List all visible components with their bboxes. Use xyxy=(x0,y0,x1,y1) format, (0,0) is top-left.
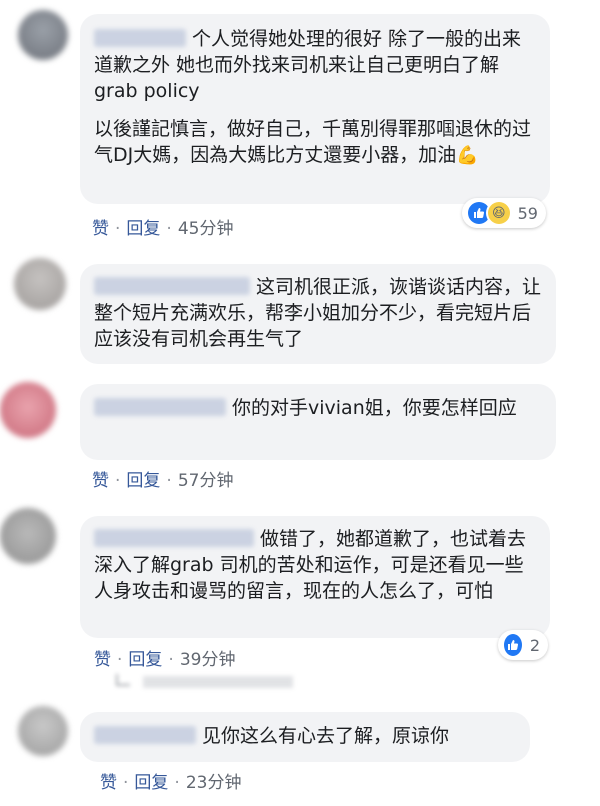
separator-dot: · xyxy=(166,219,172,239)
comment-text: 这司机很正派，诙谐谈话内容，让整个短片充满欢乐，帮李小姐加分不少，看完短片后应该… xyxy=(94,274,542,352)
like-link[interactable]: 赞 xyxy=(94,650,111,670)
reply-link[interactable]: 回复 xyxy=(126,471,160,491)
comment-actions: 赞 · 回复 · 45分钟 xyxy=(92,214,233,239)
commenter-name[interactable] xyxy=(94,726,196,744)
reaction-count: 2 xyxy=(529,635,540,655)
reaction-count: 59 xyxy=(517,203,538,223)
comment-text: 以後謹記慎言，做好自己，千萬別得罪那啯退休的过气DJ大媽，因為大媽比方丈還要小器… xyxy=(94,116,536,169)
avatar[interactable] xyxy=(0,382,56,438)
timestamp[interactable]: 23分钟 xyxy=(186,773,242,793)
comment-text: 个人觉得她处理的很好 除了一般的出来道歉之外 她也而外找来司机来让自己更明白了解… xyxy=(94,26,536,104)
like-link[interactable]: 赞 xyxy=(92,219,109,239)
reaction-summary[interactable]: 2 xyxy=(498,630,548,660)
commenter-name[interactable] xyxy=(94,29,186,47)
avatar[interactable] xyxy=(0,508,56,564)
collapsed-reply-row[interactable] xyxy=(116,672,293,690)
reply-link[interactable]: 回复 xyxy=(126,219,160,239)
comment-paragraph: 你的对手vivian姐，你要怎样回应 xyxy=(232,397,517,419)
comment-bubble: 个人觉得她处理的很好 除了一般的出来道歉之外 她也而外找来司机来让自己更明白了解… xyxy=(80,14,550,204)
reply-arrow-icon xyxy=(116,674,130,686)
avatar[interactable] xyxy=(14,258,66,310)
comment-paragraph: 见你这么有心去了解，原谅你 xyxy=(202,725,450,747)
separator-dot: · xyxy=(174,773,180,793)
flexed-biceps-emoji: 💪 xyxy=(456,145,479,166)
avatar[interactable] xyxy=(18,706,68,756)
comment-actions: 赞 · 回复 · 39分钟 xyxy=(94,645,235,670)
reply-link[interactable]: 回复 xyxy=(134,773,168,793)
haha-icon: 😆 xyxy=(485,200,512,226)
comment-text: 见你这么有心去了解，原谅你 xyxy=(94,723,516,749)
like-icon xyxy=(502,632,524,658)
comment-actions: 赞 · 回复 · 23分钟 xyxy=(100,768,241,793)
separator-dot: · xyxy=(115,471,121,491)
separator-dot: · xyxy=(123,773,129,793)
comment-actions: 赞 · 回复 · 57分钟 xyxy=(92,466,233,491)
comment-bubble: 做错了，她都道歉了，也试着去深入了解grab 司机的苦处和运作，可是还看见一些人… xyxy=(80,516,550,638)
separator-dot: · xyxy=(117,650,123,670)
avatar[interactable] xyxy=(18,10,68,60)
like-link[interactable]: 赞 xyxy=(100,773,117,793)
separator-dot: · xyxy=(168,650,174,670)
timestamp[interactable]: 57分钟 xyxy=(178,471,234,491)
timestamp[interactable]: 39分钟 xyxy=(180,650,236,670)
comment-text: 你的对手vivian姐，你要怎样回应 xyxy=(94,395,542,421)
commenter-name[interactable] xyxy=(94,398,226,416)
comment-bubble: 你的对手vivian姐，你要怎样回应 xyxy=(80,384,556,460)
separator-dot: · xyxy=(115,219,121,239)
separator-dot: · xyxy=(166,471,172,491)
reaction-summary[interactable]: 😆 59 xyxy=(462,198,546,228)
blurred-reply-link xyxy=(142,675,293,688)
commenter-name[interactable] xyxy=(94,529,254,547)
commenter-name[interactable] xyxy=(94,277,250,295)
timestamp[interactable]: 45分钟 xyxy=(178,219,234,239)
like-link[interactable]: 赞 xyxy=(92,471,109,491)
comment-bubble: 这司机很正派，诙谐谈话内容，让整个短片充满欢乐，帮李小姐加分不少，看完短片后应该… xyxy=(80,264,556,364)
comment-text: 做错了，她都道歉了，也试着去深入了解grab 司机的苦处和运作，可是还看见一些人… xyxy=(94,526,536,604)
reply-link[interactable]: 回复 xyxy=(128,650,162,670)
comment-bubble: 见你这么有心去了解，原谅你 xyxy=(80,712,530,762)
